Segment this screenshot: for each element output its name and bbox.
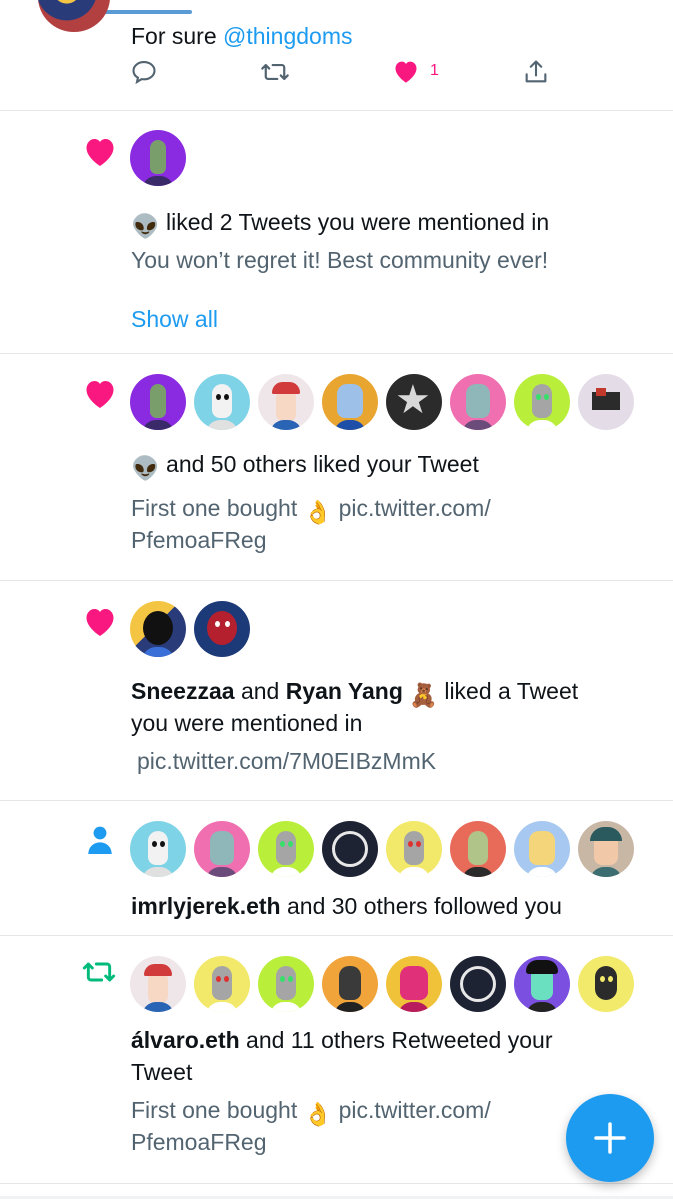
plus-icon	[566, 1094, 654, 1182]
avatar-row	[130, 601, 250, 657]
ok-hand-emoji: 👌	[303, 1101, 333, 1127]
avatar[interactable]	[578, 956, 634, 1012]
notification-body: First one bought 👌 pic.twitter.com/	[131, 1094, 491, 1130]
tweet-link[interactable]: pic.twitter.com/	[339, 1097, 491, 1123]
avatar[interactable]	[258, 374, 314, 430]
alien-emoji: 👽	[131, 455, 160, 481]
divider	[0, 1196, 673, 1199]
avatar[interactable]	[322, 374, 378, 430]
alien-emoji: 👽	[131, 213, 160, 239]
user-name[interactable]: Sneezzaa	[131, 678, 235, 704]
tweet-actions: 1	[130, 58, 560, 94]
teddy-bear-emoji: 🧸	[409, 682, 438, 708]
user-name[interactable]: imrlyjerek.eth	[131, 893, 281, 919]
notification-title: imrlyjerek.eth and 30 others followed yo…	[131, 893, 562, 919]
divider	[0, 800, 673, 801]
share-button[interactable]	[522, 58, 550, 86]
avatar[interactable]	[322, 956, 378, 1012]
divider	[0, 1183, 673, 1184]
avatar-row	[130, 130, 186, 186]
avatar[interactable]	[450, 374, 506, 430]
avatar[interactable]	[130, 130, 186, 186]
avatar[interactable]	[194, 601, 250, 657]
avatar[interactable]	[194, 821, 250, 877]
loading-progress-bar	[104, 10, 192, 14]
tweet-link[interactable]: PfemoaFReg	[131, 1126, 267, 1158]
avatar[interactable]	[258, 821, 314, 877]
divider	[0, 935, 673, 936]
show-all-link[interactable]: Show all	[131, 303, 218, 335]
notification-title: 👽 and 50 others liked your Tweet	[131, 448, 479, 484]
avatar[interactable]	[194, 956, 250, 1012]
notification-title-line2: you were mentioned in	[131, 710, 363, 736]
avatar[interactable]	[194, 374, 250, 430]
divider	[0, 353, 673, 354]
avatar-row: ★	[130, 374, 634, 430]
notification-title: Sneezzaa and Ryan Yang 🧸 liked a Tweet	[131, 675, 578, 711]
avatar[interactable]	[450, 821, 506, 877]
avatar[interactable]	[258, 956, 314, 1012]
heart-icon	[86, 381, 114, 408]
retweet-icon	[82, 962, 116, 982]
person-icon	[88, 826, 112, 854]
reply-button[interactable]	[130, 58, 158, 86]
tweet-text: For sure @thingdoms	[131, 23, 353, 49]
avatar[interactable]	[386, 821, 442, 877]
avatar[interactable]	[130, 821, 186, 877]
avatar[interactable]: ★	[386, 374, 442, 430]
avatar[interactable]	[514, 956, 570, 1012]
tweet-link[interactable]: pic.twitter.com/	[339, 495, 491, 521]
avatar[interactable]	[514, 821, 570, 877]
avatar[interactable]	[514, 374, 570, 430]
notification-title-line2: Tweet	[131, 1059, 193, 1085]
notification-title: álvaro.eth and 11 others Retweeted your	[131, 1027, 553, 1053]
reply-icon	[132, 61, 156, 85]
user-name[interactable]: álvaro.eth	[131, 1027, 240, 1053]
share-icon	[525, 60, 547, 83]
avatar[interactable]	[130, 374, 186, 430]
notification-body: You won’t regret it! Best community ever…	[131, 247, 549, 273]
avatar[interactable]	[450, 956, 506, 1012]
like-button[interactable]: 1	[392, 58, 439, 84]
compose-tweet-button[interactable]	[566, 1094, 654, 1182]
divider	[0, 580, 673, 581]
tweet-link[interactable]: pic.twitter.com/7M0EIBzMmK	[137, 745, 436, 777]
avatar-row	[130, 821, 634, 877]
heart-icon	[86, 139, 114, 166]
avatar[interactable]	[130, 956, 186, 1012]
mention-link[interactable]: @thingdoms	[223, 23, 352, 49]
avatar[interactable]	[578, 821, 634, 877]
retweet-button[interactable]	[260, 58, 290, 86]
avatar[interactable]	[38, 0, 110, 32]
avatar[interactable]	[322, 821, 378, 877]
notification-body: First one bought 👌 pic.twitter.com/	[131, 492, 491, 528]
tweet-link[interactable]: PfemoaFReg	[131, 524, 267, 556]
avatar[interactable]	[386, 956, 442, 1012]
user-name[interactable]: Ryan Yang	[286, 678, 403, 704]
avatar-row	[130, 956, 634, 1012]
divider	[0, 110, 673, 111]
like-icon	[395, 61, 417, 83]
avatar[interactable]	[578, 374, 634, 430]
ok-hand-emoji: 👌	[303, 499, 333, 525]
retweet-icon	[261, 63, 289, 81]
heart-icon	[86, 609, 114, 636]
avatar[interactable]	[130, 601, 186, 657]
like-count: 1	[430, 62, 439, 79]
notification-title: 👽 liked 2 Tweets you were mentioned in	[131, 206, 549, 242]
